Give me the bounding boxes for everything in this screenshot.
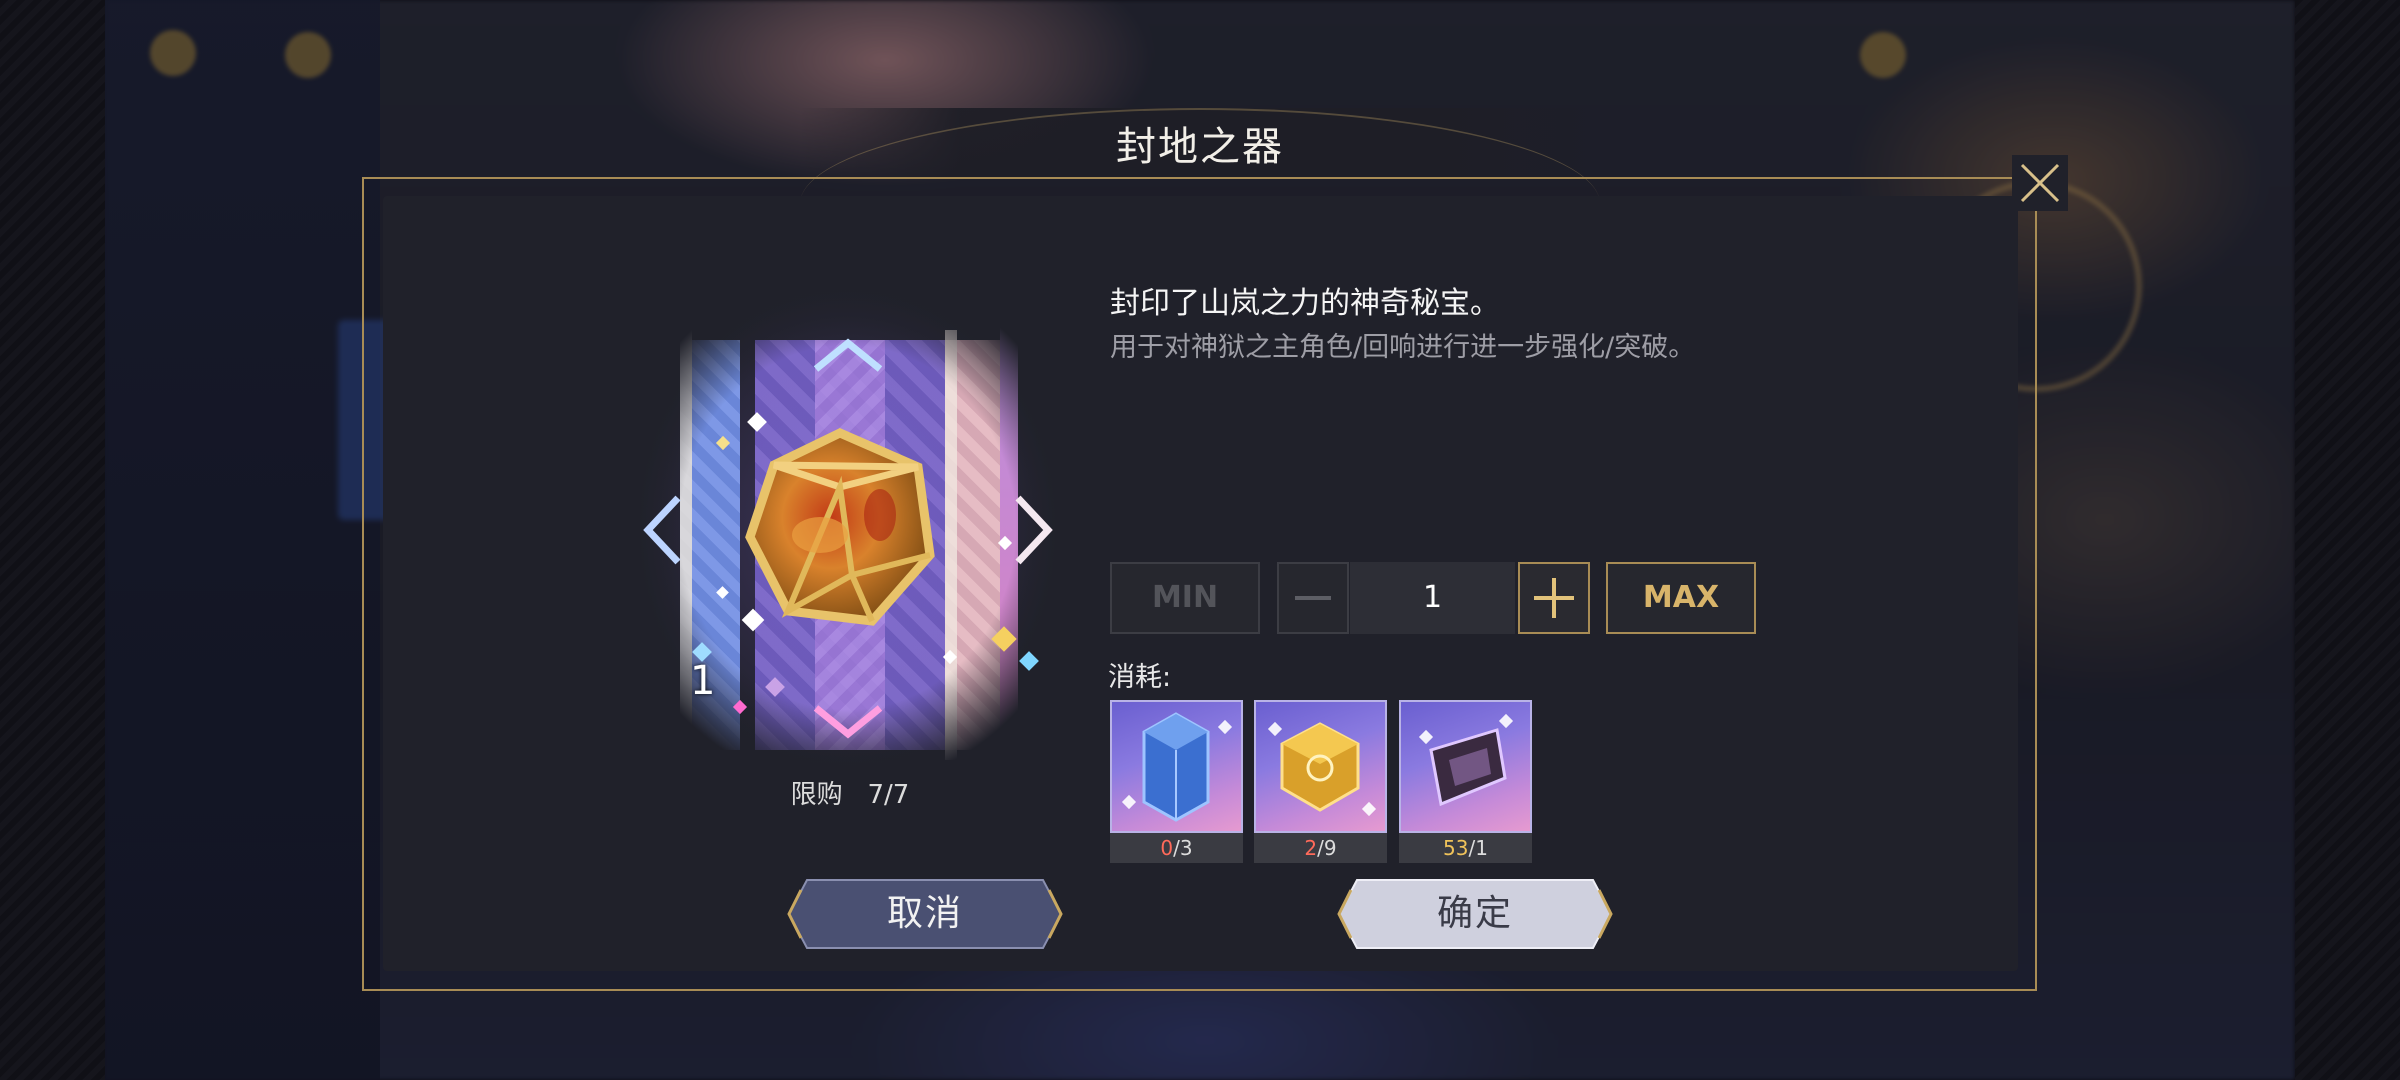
min-button[interactable]: MIN — [1110, 562, 1260, 634]
cost-need: 3 — [1179, 836, 1193, 860]
item-description: 用于对神狱之主角色/回响进行进一步强化/突破。 — [1110, 332, 1696, 363]
purchase-limit: 限购 7/7 — [745, 774, 955, 811]
close-icon — [2020, 163, 2060, 203]
item-count: 1 — [690, 658, 716, 704]
plus-icon — [1534, 578, 1574, 618]
minus-icon — [1295, 596, 1331, 600]
chevron-right-icon[interactable] — [1012, 490, 1056, 570]
amber-cube-icon — [745, 428, 935, 626]
quantity-value[interactable]: 1 — [1350, 562, 1515, 634]
cost-item-image — [1254, 700, 1387, 833]
cost-item-image — [1110, 700, 1243, 833]
cost-item-image — [1399, 700, 1532, 833]
cost-have: 53 — [1443, 836, 1469, 860]
chevron-left-icon[interactable] — [640, 490, 684, 570]
confirm-button[interactable]: 确定 — [1335, 876, 1615, 952]
cost-count: 2/9 — [1254, 833, 1387, 863]
cost-item[interactable]: 53/1 — [1399, 700, 1532, 863]
cost-have: 2 — [1304, 836, 1318, 860]
item-preview: 1 — [640, 290, 1055, 765]
cost-item[interactable]: 0/3 — [1110, 700, 1243, 863]
increase-button[interactable] — [1518, 562, 1590, 634]
cost-count: 0/3 — [1110, 833, 1243, 863]
cancel-button-label: 取消 — [886, 893, 963, 934]
cost-need: 1 — [1475, 836, 1488, 860]
purchase-limit-value: 7/7 — [867, 780, 910, 810]
cost-need: 9 — [1323, 836, 1337, 860]
cost-have: 0 — [1160, 836, 1174, 860]
item-description-title: 封印了山岚之力的神奇秘宝。 — [1110, 286, 1500, 321]
decrease-button[interactable] — [1277, 562, 1349, 634]
chevron-up-icon[interactable] — [808, 335, 888, 375]
cost-count: 53/1 — [1399, 833, 1532, 863]
max-button[interactable]: MAX — [1606, 562, 1756, 634]
close-button[interactable] — [2012, 155, 2068, 211]
cancel-button[interactable]: 取消 — [785, 876, 1065, 952]
confirm-button-label: 确定 — [1436, 893, 1513, 934]
cost-label: 消耗: — [1108, 662, 1172, 693]
purchase-limit-label: 限购 — [790, 780, 843, 810]
cost-item[interactable]: 2/9 — [1254, 700, 1387, 863]
chevron-down-icon[interactable] — [808, 702, 888, 742]
